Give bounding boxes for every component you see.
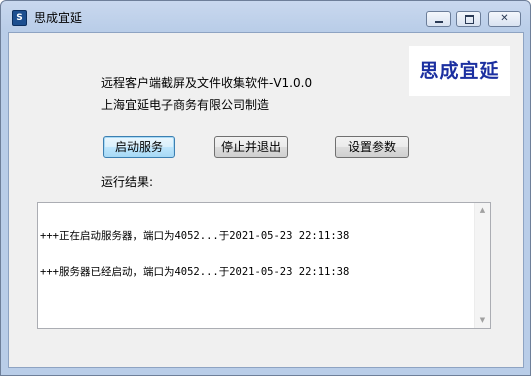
start-service-button[interactable]: 启动服务 — [103, 136, 175, 158]
vertical-scrollbar[interactable]: ▲ ▼ — [474, 203, 490, 328]
scroll-down-icon[interactable]: ▼ — [475, 313, 490, 328]
close-button[interactable]: ✕ — [488, 11, 521, 27]
minimize-button[interactable] — [426, 11, 451, 27]
log-line: +++服务器已经启动，端口为4052...于2021-05-23 22:11:3… — [40, 266, 350, 278]
minimize-icon — [427, 12, 450, 26]
app-icon[interactable]: S — [12, 10, 27, 26]
app-window: S 思成宜延 ✕ 思成宜延 远程客户端截屏及文件收集软件-V1.0.0 上海宜延… — [0, 0, 531, 376]
company-logo: 思成宜延 — [409, 46, 510, 96]
log-line: +++正在启动服务器，端口为4052...于2021-05-23 22:11:3… — [40, 230, 350, 242]
company-name-label: 上海宜延电子商务有限公司制造 — [101, 98, 270, 112]
log-lines: +++正在启动服务器，端口为4052...于2021-05-23 22:11:3… — [40, 206, 474, 302]
maximize-icon — [457, 12, 480, 26]
product-name-label: 远程客户端截屏及文件收集软件-V1.0.0 — [101, 76, 313, 90]
title-bar[interactable]: S 思成宜延 ✕ — [1, 1, 530, 31]
client-area: 思成宜延 远程客户端截屏及文件收集软件-V1.0.0 上海宜延电子商务有限公司制… — [8, 32, 524, 368]
settings-button[interactable]: 设置参数 — [335, 136, 409, 158]
close-icon: ✕ — [500, 13, 509, 24]
maximize-button[interactable] — [456, 11, 481, 27]
result-log-textarea[interactable]: +++正在启动服务器，端口为4052...于2021-05-23 22:11:3… — [37, 202, 491, 329]
result-label: 运行结果: — [101, 175, 154, 189]
stop-and-exit-button[interactable]: 停止并退出 — [214, 136, 288, 158]
scroll-up-icon[interactable]: ▲ — [475, 203, 490, 218]
window-title: 思成宜延 — [34, 11, 83, 25]
